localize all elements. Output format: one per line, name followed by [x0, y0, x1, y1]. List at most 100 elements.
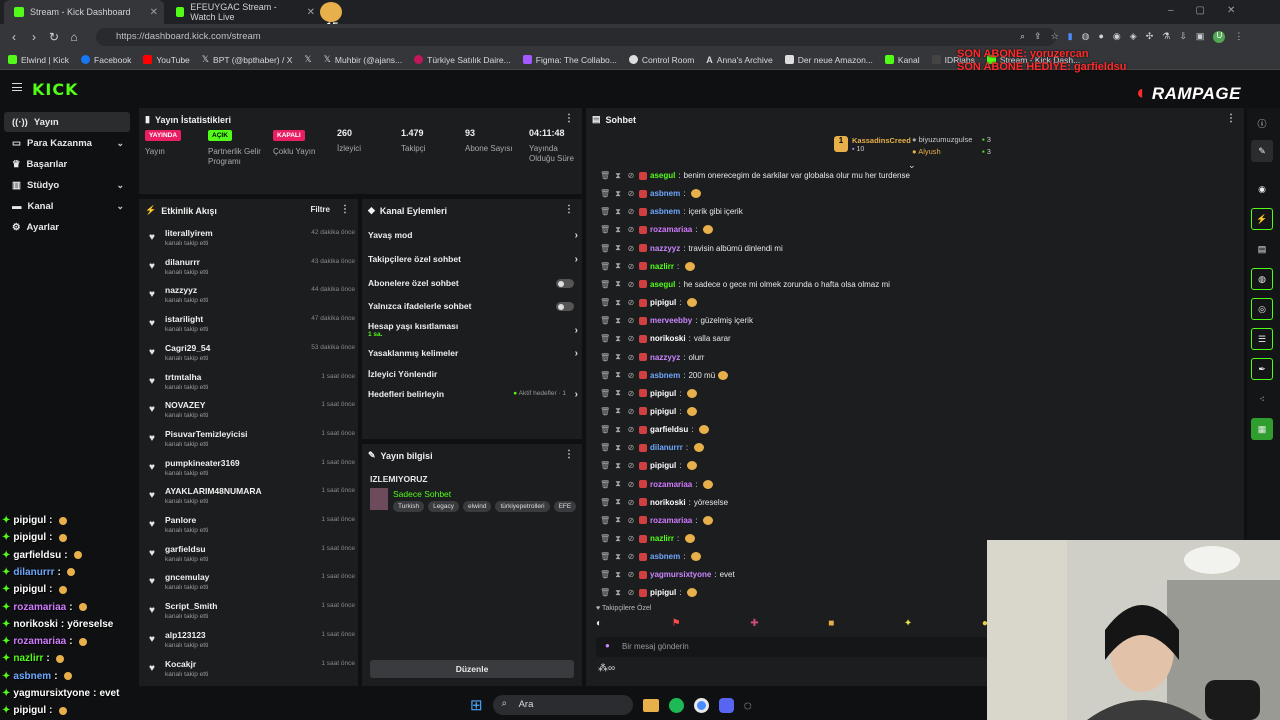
category-link[interactable]: Sadece Sohbet — [393, 489, 451, 499]
ban-icon[interactable]: ⊘ — [626, 371, 636, 380]
chat-bubble-icon[interactable]: ◍ — [1251, 268, 1273, 290]
ban-icon[interactable]: ⊘ — [626, 316, 636, 325]
bookmark-item[interactable]: YouTube — [143, 55, 190, 65]
timeout-icon[interactable]: ⧗ — [613, 406, 623, 416]
timeout-icon[interactable]: ⧗ — [613, 316, 623, 326]
extension-c-icon[interactable]: ◉ — [1113, 31, 1121, 43]
chat-username[interactable]: rozamariaa — [650, 480, 692, 489]
extension-d-icon[interactable]: ◈ — [1130, 31, 1137, 43]
document-icon[interactable]: ▤ — [1251, 238, 1273, 260]
wrench-rail-icon[interactable]: ✒ — [1251, 358, 1273, 380]
spotify-icon[interactable] — [668, 697, 684, 713]
chat-username[interactable]: asbnem — [650, 552, 680, 561]
tag[interactable]: Turkish — [393, 501, 425, 512]
sidebar-item-ayarlar[interactable]: ⚙ Ayarlar — [4, 217, 130, 237]
timeout-icon[interactable]: ⧗ — [613, 261, 623, 271]
delete-message-icon[interactable]: 🗑 — [600, 171, 610, 180]
timeout-icon[interactable]: ⧗ — [613, 207, 623, 217]
bookmark-item[interactable]: 𝕏 BPT (@bpthaber) / X — [202, 54, 293, 65]
bookmark-item[interactable]: Kanal — [884, 55, 920, 65]
activity-event-row[interactable]: ♥ Kocakjr kanalı takip etti 1 saat önce — [147, 658, 357, 686]
chat-username[interactable]: norikoski — [650, 334, 686, 343]
delete-message-icon[interactable]: 🗑 — [600, 498, 610, 507]
obs-icon[interactable]: ◌ — [744, 697, 752, 713]
sidebar-item-studyo[interactable]: ▥ Stüdyo ⌄ — [4, 175, 130, 195]
back-icon[interactable]: ‹ — [4, 30, 24, 44]
timeout-icon[interactable]: ⧗ — [613, 534, 623, 544]
timeout-icon[interactable]: ⧗ — [613, 334, 623, 344]
ban-icon[interactable]: ⊘ — [626, 334, 636, 343]
action-slow-mode[interactable]: Yavaş mod › — [368, 230, 578, 248]
ban-icon[interactable]: ⊘ — [626, 534, 636, 543]
activity-event-row[interactable]: ♥ gncemulay kanalı takip etti 1 saat önc… — [147, 571, 357, 599]
download-icon[interactable]: ⇩ — [1179, 31, 1187, 43]
ban-icon[interactable]: ⊘ — [626, 588, 636, 597]
chrome-icon[interactable] — [693, 697, 709, 713]
action-goals[interactable]: Hedefleri belirleyin ● Aktif hedefler · 1… — [368, 389, 578, 407]
chat-username[interactable]: rozamariaa — [650, 516, 692, 525]
chat-username[interactable]: rozamariaa — [650, 225, 692, 234]
timeout-icon[interactable]: ⧗ — [613, 461, 623, 471]
ban-icon[interactable]: ⊘ — [626, 516, 636, 525]
chat-username[interactable]: pipigul — [650, 407, 676, 416]
window-controls[interactable]: ‒▢✕ — [1168, 5, 1257, 16]
windows-start-icon[interactable]: ⊞ — [470, 696, 483, 714]
action-account-age[interactable]: Hesap yaşı kısıtlaması 1 sa. › — [368, 321, 578, 343]
chat-username[interactable]: asbnem — [650, 371, 680, 380]
camera-icon[interactable]: ◉ — [1251, 178, 1273, 200]
delete-message-icon[interactable]: 🗑 — [600, 207, 610, 216]
chat-username[interactable]: norikoski — [650, 498, 686, 507]
ban-icon[interactable]: ⊘ — [626, 480, 636, 489]
delete-message-icon[interactable]: 🗑 — [600, 407, 610, 416]
home-icon[interactable]: ⌂ — [64, 30, 84, 44]
bookmark-item[interactable]: Facebook — [81, 55, 131, 65]
bookmark-item[interactable]: A Anna's Archive — [706, 55, 772, 65]
file-explorer-icon[interactable] — [642, 698, 659, 712]
activity-event-row[interactable]: ♥ dilanurrr kanalı takip etti 43 dakika … — [147, 256, 357, 284]
bookmark-item[interactable]: Figma: The Collabo... — [522, 55, 617, 65]
ban-icon[interactable]: ⊘ — [626, 407, 636, 416]
delete-message-icon[interactable]: 🗑 — [600, 262, 610, 271]
browser-tab-dashboard[interactable]: Stream - Kick Dashboard ✕ — [4, 0, 164, 24]
delete-message-icon[interactable]: 🗑 — [600, 316, 610, 325]
delete-message-icon[interactable]: 🗑 — [600, 244, 610, 253]
gifter-2[interactable]: ● biyuzumuzgulse — [912, 135, 972, 144]
timeout-icon[interactable]: ⧗ — [613, 588, 623, 598]
chat-username[interactable]: merveebby — [650, 316, 692, 325]
action-host[interactable]: İzleyici Yönlendir — [368, 369, 578, 387]
timeout-icon[interactable]: ⧗ — [613, 352, 623, 362]
ban-icon[interactable]: ⊘ — [626, 189, 636, 198]
bolt-icon[interactable]: ⚡ — [1251, 208, 1273, 230]
forward-icon[interactable]: › — [24, 30, 44, 44]
more-options-icon[interactable]: ⋮ — [564, 113, 574, 124]
activity-event-row[interactable]: ♥ istarilight kanalı takip etti 47 dakik… — [147, 313, 357, 341]
ban-icon[interactable]: ⊘ — [626, 353, 636, 362]
chat-username[interactable]: nazlirr — [650, 534, 674, 543]
chat-username[interactable]: pipigul — [650, 588, 676, 597]
delete-message-icon[interactable]: 🗑 — [600, 570, 610, 579]
tag[interactable]: EFE — [553, 501, 577, 512]
delete-message-icon[interactable]: 🗑 — [600, 516, 610, 525]
chat-username[interactable]: nazlirr — [650, 262, 674, 271]
ban-icon[interactable]: ⊘ — [626, 280, 636, 289]
star-icon[interactable]: ☆ — [1051, 31, 1059, 43]
timeout-icon[interactable]: ⧗ — [613, 552, 623, 562]
timeout-icon[interactable]: ⧗ — [613, 479, 623, 489]
emotes-only-toggle[interactable] — [556, 302, 574, 311]
action-followers-only[interactable]: Takipçilere özel sohbet › — [368, 254, 578, 272]
delete-message-icon[interactable]: 🗑 — [600, 389, 610, 398]
tag[interactable]: Legacy — [428, 501, 460, 512]
reload-icon[interactable]: ↻ — [44, 30, 64, 44]
emote-icon[interactable]: ■ — [828, 618, 834, 629]
delete-message-icon[interactable]: 🗑 — [600, 461, 610, 470]
chat-username[interactable]: asegul — [650, 280, 675, 289]
zoom-icon[interactable]: ⌕ — [1020, 31, 1025, 43]
chat-username[interactable]: yagmursixtyone — [650, 570, 711, 579]
sidepanel-icon[interactable]: ▣ — [1196, 31, 1205, 43]
sidebar-item-basarilar[interactable]: ♛ Başarılar — [4, 154, 130, 174]
timeout-icon[interactable]: ⧗ — [613, 443, 623, 453]
more-options-icon[interactable]: ⋮ — [564, 449, 574, 460]
emote-icon[interactable]: ⚑ — [672, 618, 681, 629]
delete-message-icon[interactable]: 🗑 — [600, 534, 610, 543]
ban-icon[interactable]: ⊘ — [626, 262, 636, 271]
